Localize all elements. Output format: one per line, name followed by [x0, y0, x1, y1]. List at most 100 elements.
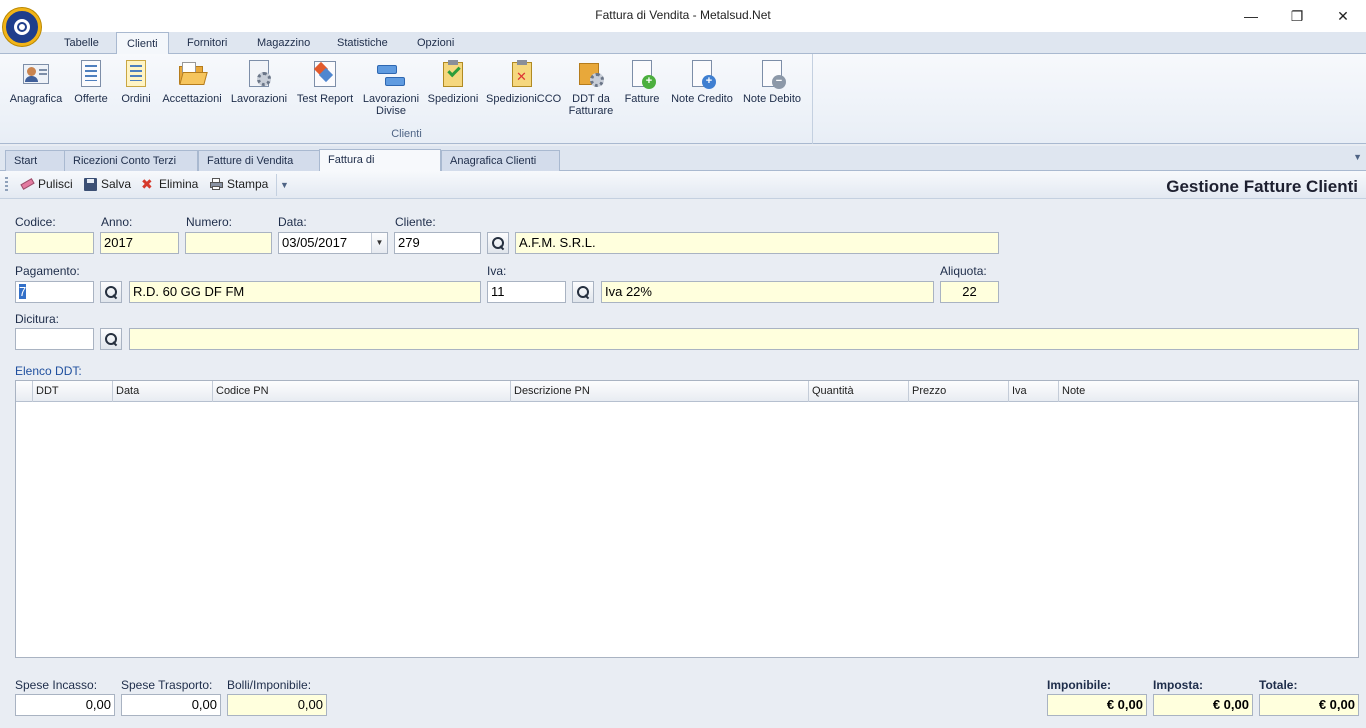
close-window-button[interactable]: ✕	[1320, 0, 1366, 32]
tabs-dropdown-icon[interactable]: ▼	[1353, 152, 1362, 162]
col-descrizione-pn[interactable]: Descrizione PN	[510, 381, 808, 402]
delete-icon: ✖	[141, 176, 153, 192]
chevron-down-icon[interactable]: ▼	[371, 233, 387, 253]
pulisci-button[interactable]: Pulisci	[20, 177, 73, 191]
totale-field: € 0,00	[1259, 694, 1359, 716]
doc-tab-ricezioni[interactable]: Ricezioni Conto Terzi	[64, 150, 198, 171]
pagamento-search-button[interactable]	[100, 281, 122, 303]
imponibile-field: € 0,00	[1047, 694, 1147, 716]
dicitura-search-button[interactable]	[100, 328, 122, 350]
imponibile-label: Imponibile:	[1047, 678, 1111, 692]
app-logo-icon[interactable]	[3, 8, 41, 46]
spese-incasso-field[interactable]: 0,00	[15, 694, 115, 716]
page-title: Gestione Fatture Clienti	[1166, 177, 1358, 196]
split-icon	[375, 58, 407, 90]
doc-tab-start[interactable]: Start	[5, 150, 65, 171]
cliente-search-button[interactable]	[487, 232, 509, 254]
debit-note-icon: −	[756, 58, 788, 90]
dicitura-code-field[interactable]	[15, 328, 94, 350]
test-report-button[interactable]: Test Report	[294, 56, 356, 105]
aliquota-field[interactable]: 22	[940, 281, 999, 303]
report-icon	[309, 58, 341, 90]
col-codice-pn[interactable]: Codice PN	[212, 381, 510, 402]
search-icon	[105, 333, 117, 345]
pagamento-desc-field[interactable]: R.D. 60 GG DF FM	[129, 281, 481, 303]
lavorazioni-divise-button[interactable]: Lavorazioni Divise	[362, 56, 420, 117]
elenco-ddt-label: Elenco DDT:	[15, 364, 82, 378]
tab-fornitori[interactable]: Fornitori	[177, 32, 237, 54]
window-title: Fattura di Vendita - Metalsud.Net	[595, 8, 771, 22]
toolbar-grip[interactable]	[5, 177, 8, 193]
spese-trasporto-label: Spese Trasporto:	[121, 678, 213, 692]
doc-tab-anagrafica-clienti[interactable]: Anagrafica Clienti	[441, 150, 560, 171]
tab-opzioni[interactable]: Opzioni	[407, 32, 464, 54]
title-bar: Fattura di Vendita - Metalsud.Net — ❐ ✕	[0, 0, 1366, 32]
col-data[interactable]: Data	[112, 381, 212, 402]
ddt-da-fatturare-button[interactable]: DDT da Fatturare	[564, 56, 618, 117]
tab-statistiche[interactable]: Statistiche	[327, 32, 398, 54]
spese-trasporto-field[interactable]: 0,00	[121, 694, 221, 716]
ribbon: Anagrafica Offerte Ordini Accettazioni L…	[0, 54, 1366, 144]
ribbon-tabs: Tabelle Clienti Fornitori Magazzino Stat…	[0, 32, 1366, 55]
data-date-picker[interactable]: 03/05/2017 ▼	[278, 232, 388, 254]
search-icon	[492, 237, 504, 249]
folder-open-icon	[176, 58, 208, 90]
totale-label: Totale:	[1259, 678, 1298, 692]
bolli-field[interactable]: 0,00	[227, 694, 327, 716]
iva-code-field[interactable]: 11	[487, 281, 566, 303]
numero-label: Numero:	[186, 215, 233, 229]
doc-tab-fatture-vendita[interactable]: Fatture di Vendita	[198, 150, 320, 171]
note-credito-button[interactable]: + Note Credito	[668, 56, 736, 105]
note-debito-button[interactable]: − Note Debito	[740, 56, 804, 105]
col-quantita[interactable]: Quantità	[808, 381, 908, 402]
clipboard-check-icon	[437, 58, 469, 90]
gear-document-icon	[243, 58, 275, 90]
cliente-name-field[interactable]: A.F.M. S.R.L.	[515, 232, 999, 254]
data-label: Data:	[278, 215, 307, 229]
anagrafica-button[interactable]: Anagrafica	[8, 56, 64, 105]
spedizioni-cco-button[interactable]: ✕ SpedizioniCCO	[486, 56, 561, 105]
iva-desc-field[interactable]: Iva 22%	[601, 281, 934, 303]
spedizioni-button[interactable]: Spedizioni	[426, 56, 480, 105]
numero-field[interactable]	[185, 232, 272, 254]
minimize-button[interactable]: —	[1228, 0, 1274, 32]
clipboard-x-icon: ✕	[506, 58, 538, 90]
tab-magazzino[interactable]: Magazzino	[247, 32, 320, 54]
order-document-icon	[120, 58, 152, 90]
pagamento-code-field[interactable]: 7	[15, 281, 94, 303]
codice-field[interactable]	[15, 232, 94, 254]
ordini-button[interactable]: Ordini	[118, 56, 154, 105]
accettazioni-button[interactable]: Accettazioni	[160, 56, 224, 105]
printer-icon	[209, 177, 223, 191]
dicitura-text-field[interactable]	[129, 328, 1359, 350]
bolli-label: Bolli/Imponibile:	[227, 678, 312, 692]
stampa-button[interactable]: Stampa	[209, 177, 268, 191]
tab-tabelle[interactable]: Tabelle	[54, 32, 109, 54]
toolbar-overflow-icon[interactable]: ▼	[276, 174, 292, 196]
col-note[interactable]: Note	[1058, 381, 1358, 402]
doc-tab-fattura-vendita[interactable]: Fattura di Vendita✕	[319, 149, 441, 187]
offerte-button[interactable]: Offerte	[70, 56, 112, 105]
col-prezzo[interactable]: Prezzo	[908, 381, 1008, 402]
codice-label: Codice:	[15, 215, 56, 229]
col-ddt[interactable]: DDT	[32, 381, 112, 402]
anno-field[interactable]: 2017	[100, 232, 179, 254]
spese-incasso-label: Spese Incasso:	[15, 678, 98, 692]
save-icon	[83, 177, 97, 191]
document-icon	[75, 58, 107, 90]
fatture-button[interactable]: + Fatture	[622, 56, 662, 105]
ddt-grid[interactable]: DDT Data Codice PN Descrizione PN Quanti…	[15, 380, 1359, 658]
salva-button[interactable]: Salva	[83, 177, 131, 191]
elimina-button[interactable]: ✖ Elimina	[141, 177, 198, 191]
ribbon-group-label: Clienti	[391, 128, 422, 140]
maximize-button[interactable]: ❐	[1274, 0, 1320, 32]
search-icon	[105, 286, 117, 298]
iva-search-button[interactable]	[572, 281, 594, 303]
toolbar: Pulisci Salva ✖ Elimina Stampa ▼ Gestion…	[0, 171, 1366, 199]
contact-card-icon	[20, 58, 52, 90]
lavorazioni-button[interactable]: Lavorazioni	[230, 56, 288, 105]
credit-note-icon: +	[686, 58, 718, 90]
tab-clienti[interactable]: Clienti	[116, 32, 169, 55]
col-iva[interactable]: Iva	[1008, 381, 1058, 402]
cliente-code-field[interactable]: 279	[394, 232, 481, 254]
